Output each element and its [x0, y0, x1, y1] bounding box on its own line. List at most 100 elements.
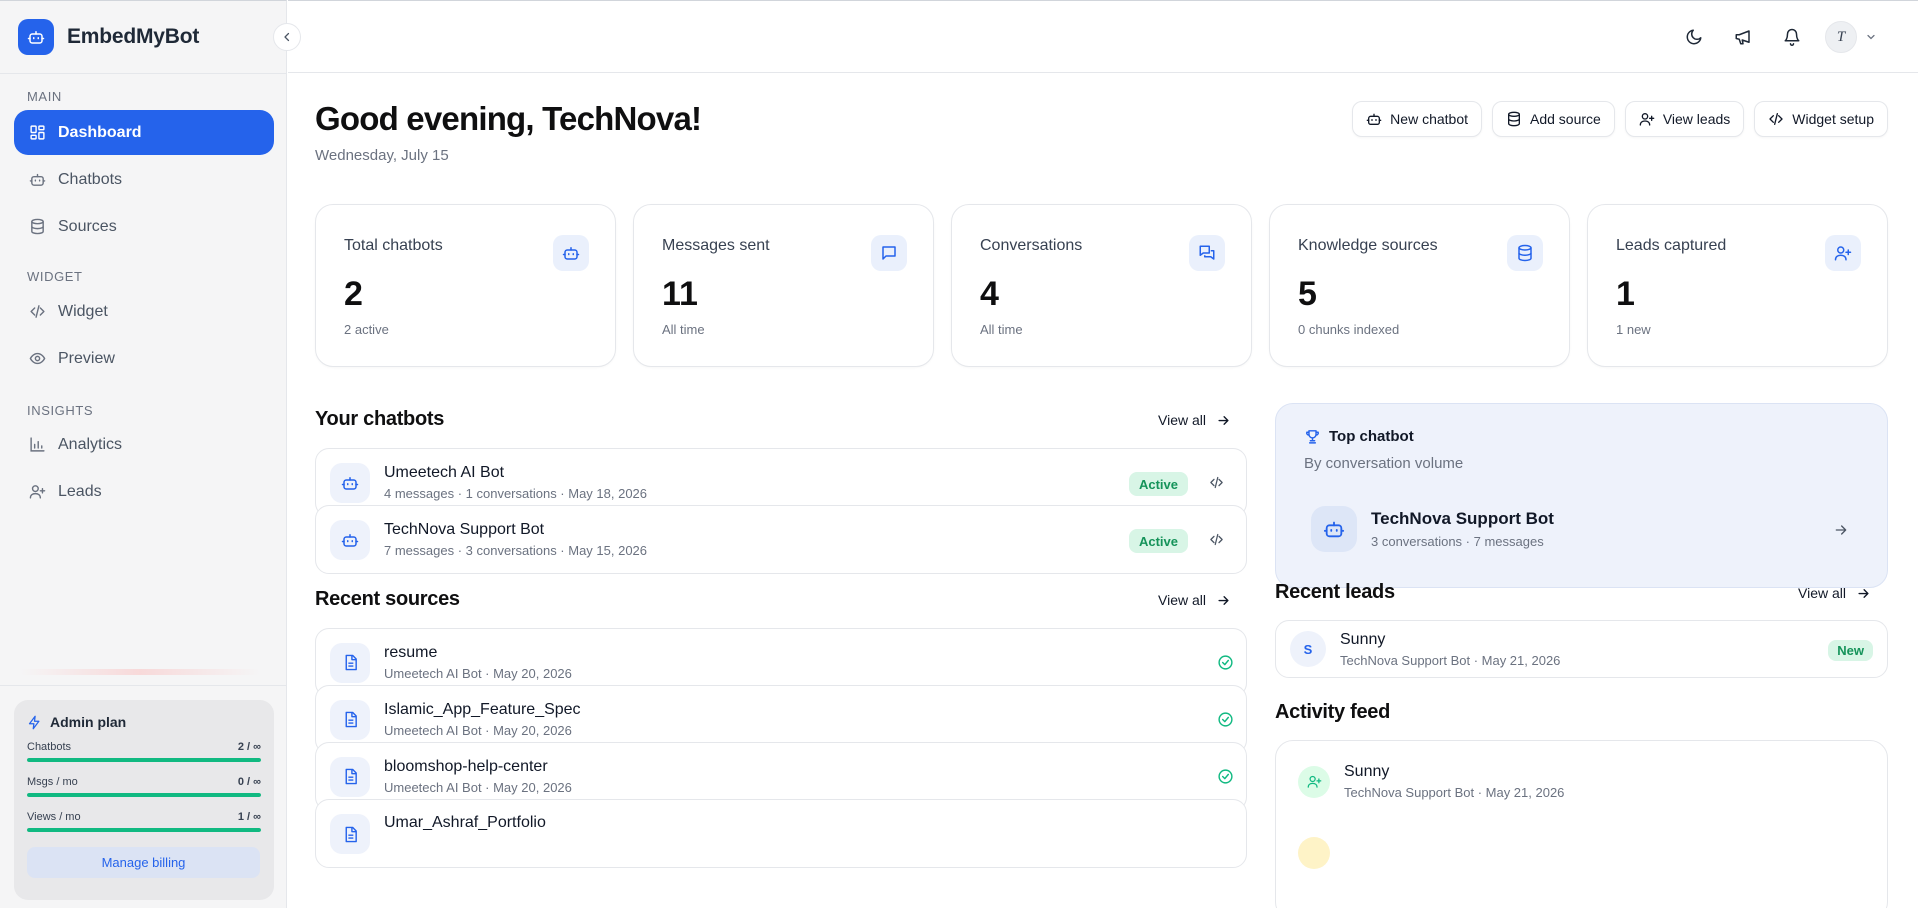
status-badge: New	[1828, 640, 1873, 661]
status-badge: Active	[1128, 472, 1188, 496]
sidebar-item-preview[interactable]: Preview	[14, 336, 274, 381]
user-plus-icon	[1639, 111, 1655, 127]
sidebar-item-label: Analytics	[58, 435, 123, 453]
usage-label: Msgs / mo	[27, 776, 78, 788]
section-title-sources: Recent sources	[315, 588, 460, 610]
topbar: T	[288, 0, 1918, 73]
sidebar-item-label: Sources	[58, 217, 117, 235]
check-circle-icon	[1217, 711, 1234, 728]
sidebar-item-chatbots[interactable]: Chatbots	[14, 157, 274, 202]
usage-bar	[27, 758, 261, 762]
sidebar-item-sources[interactable]: Sources	[14, 204, 274, 249]
activity-item-icon	[1298, 837, 1330, 869]
file-icon	[330, 756, 370, 797]
activity-feed-card: Sunny TechNova Support Bot · May 21, 202…	[1275, 740, 1888, 908]
top-chatbot-meta: 3 conversations · 7 messages	[1371, 534, 1544, 549]
stat-card-leads-captured: Leads captured 1 1 new	[1587, 204, 1888, 367]
usage-value: 2 / ∞	[237, 741, 261, 753]
usage-value: 0 / ∞	[237, 776, 261, 788]
chatbot-meta: 4 messages · 1 conversations · May 18, 2…	[384, 486, 648, 501]
embed-code-icon[interactable]	[1209, 532, 1224, 547]
section-label-widget: WIDGET	[27, 269, 83, 284]
dashboard-icon	[28, 124, 46, 142]
quick-actions: New chatbot Add source View leads Widget…	[1352, 101, 1888, 137]
view-all-chatbots-link[interactable]: View all	[1158, 412, 1231, 428]
plan-title-text: Admin plan	[50, 714, 127, 730]
chevron-left-icon	[281, 31, 293, 43]
sidebar-item-analytics[interactable]: Analytics	[14, 422, 274, 467]
file-icon	[330, 642, 370, 683]
stat-label: Conversations	[980, 237, 1083, 254]
bot-logo-icon	[18, 19, 54, 55]
stat-label: Leads captured	[1616, 237, 1727, 254]
page-title: Good evening, TechNova!	[315, 100, 702, 137]
stat-value: 5	[1298, 275, 1317, 313]
view-leads-button[interactable]: View leads	[1624, 101, 1745, 137]
bot-icon	[1311, 506, 1357, 552]
divider	[0, 73, 287, 74]
megaphone-icon[interactable]	[1732, 26, 1754, 48]
widget-setup-button[interactable]: Widget setup	[1754, 101, 1888, 137]
chatbot-meta: 7 messages · 3 conversations · May 15, 2…	[384, 543, 648, 558]
check-circle-icon	[1217, 654, 1234, 671]
lead-avatar: S	[1290, 631, 1326, 667]
usage-bar-fill	[27, 793, 261, 797]
stat-value: 2	[344, 275, 363, 313]
arrow-right-icon	[1216, 413, 1231, 428]
user-plus-icon	[1825, 235, 1861, 271]
top-chatbot-link[interactable]: TechNova Support Bot 3 conversations · 7…	[1311, 506, 1554, 552]
button-label: Widget setup	[1792, 111, 1874, 127]
activity-item[interactable]: Sunny TechNova Support Bot · May 21, 202…	[1298, 763, 1564, 800]
add-source-button[interactable]: Add source	[1492, 101, 1615, 137]
stat-sub: 0 chunks indexed	[1298, 322, 1400, 337]
chatbot-row[interactable]: TechNova Support Bot 7 messages · 3 conv…	[315, 505, 1247, 574]
stats-row: Total chatbots 2 2 active Messages sent …	[315, 204, 1888, 367]
stat-card-knowledge-sources: Knowledge sources 5 0 chunks indexed	[1269, 204, 1570, 367]
collapse-sidebar-button[interactable]	[273, 23, 301, 51]
sidebar-item-widget[interactable]: Widget	[14, 289, 274, 334]
status-badge: Active	[1128, 529, 1188, 553]
bot-icon	[330, 519, 370, 560]
button-label: New chatbot	[1390, 111, 1468, 127]
bot-icon	[1366, 111, 1382, 127]
user-plus-icon	[1298, 765, 1330, 798]
source-meta: Umeetech AI Bot · May 20, 2026	[384, 723, 572, 738]
lead-row[interactable]: S Sunny TechNova Support Bot · May 21, 2…	[1275, 620, 1888, 678]
file-icon	[330, 699, 370, 740]
lead-meta: TechNova Support Bot · May 21, 2026	[1340, 652, 1561, 668]
embed-code-icon[interactable]	[1209, 475, 1224, 490]
button-label: View leads	[1662, 111, 1731, 127]
lightning-icon	[27, 715, 42, 730]
view-all-leads-link[interactable]: View all	[1798, 585, 1871, 601]
stat-label: Total chatbots	[344, 237, 443, 254]
section-title-chatbots: Your chatbots	[315, 408, 445, 430]
database-icon	[28, 218, 46, 236]
sidebar-item-label: Leads	[58, 482, 102, 500]
moon-icon[interactable]	[1683, 26, 1705, 48]
usage-label: Chatbots	[27, 741, 72, 753]
database-icon	[1507, 235, 1543, 271]
current-date: Wednesday, July 15	[315, 147, 449, 164]
new-chatbot-button[interactable]: New chatbot	[1352, 101, 1482, 137]
link-label: View all	[1158, 592, 1206, 608]
chevron-down-icon[interactable]	[1865, 31, 1877, 43]
usage-bar	[27, 828, 261, 832]
top-chatbot-name: TechNova Support Bot	[1371, 509, 1554, 528]
database-icon	[1506, 111, 1522, 127]
user-avatar[interactable]: T	[1825, 21, 1857, 53]
manage-billing-button[interactable]: Manage billing	[27, 847, 260, 878]
arrow-right-icon	[1216, 593, 1231, 608]
bell-icon[interactable]	[1781, 26, 1803, 48]
arrow-right-icon[interactable]	[1833, 522, 1849, 538]
sidebar-item-label: Dashboard	[58, 123, 142, 141]
sidebar-item-leads[interactable]: Leads	[14, 469, 274, 514]
sidebar-item-dashboard[interactable]: Dashboard	[14, 110, 274, 155]
code-icon	[1768, 111, 1784, 127]
stat-label: Messages sent	[662, 237, 770, 254]
view-all-sources-link[interactable]: View all	[1158, 592, 1231, 608]
source-row[interactable]: Umar_Ashraf_Portfolio	[315, 799, 1247, 868]
section-title-activity: Activity feed	[1275, 701, 1391, 723]
brand[interactable]: EmbedMyBot	[18, 19, 199, 55]
divider	[0, 685, 287, 686]
sidebar: EmbedMyBot MAIN Dashboard Chatbots Sourc…	[0, 0, 287, 908]
